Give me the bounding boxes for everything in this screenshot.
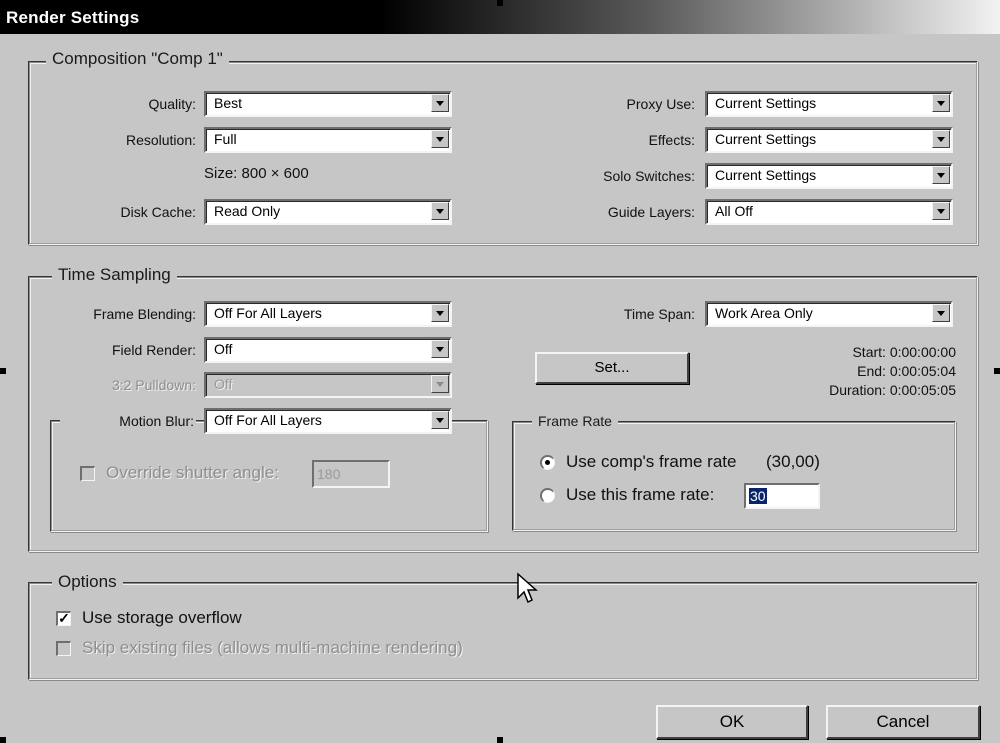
pulldown-label: 3:2 Pulldown: <box>111 377 196 393</box>
time-span-dropdown[interactable]: Work Area Only <box>705 301 953 327</box>
comp-rate-value: (30,00) <box>766 452 820 471</box>
quality-dropdown[interactable]: Best <box>204 91 452 117</box>
use-this-rate-label[interactable]: Use this frame rate: <box>566 485 714 505</box>
resize-handle-top[interactable] <box>497 0 503 6</box>
chevron-down-icon[interactable] <box>932 166 950 184</box>
frame-blending-value: Off For All Layers <box>214 305 322 321</box>
frame-rate-group <box>512 421 956 531</box>
resize-handle-bottom[interactable] <box>497 737 503 743</box>
shutter-angle-input: 180 <box>312 460 390 488</box>
frame-blending-label: Frame Blending: <box>93 306 196 322</box>
quality-value: Best <box>214 95 243 111</box>
override-shutter-checkbox <box>80 466 95 481</box>
chevron-down-icon[interactable] <box>932 94 950 112</box>
skip-existing-label: Skip existing files (allows multi-machin… <box>82 638 463 657</box>
field-render-value: Off <box>214 341 233 357</box>
motion-blur-value: Off For All Layers <box>214 412 322 428</box>
time-sampling-group-label: Time Sampling <box>52 265 177 285</box>
proxy-use-value: Current Settings <box>715 95 817 111</box>
solo-switches-value: Current Settings <box>715 167 817 183</box>
disk-cache-dropdown[interactable]: Read Only <box>204 199 452 225</box>
size-text: Size: 800 × 600 <box>204 165 309 182</box>
shutter-angle-value: 180 <box>317 466 341 482</box>
solo-switches-label: Solo Switches: <box>603 168 695 184</box>
resize-handle-left[interactable] <box>0 368 6 374</box>
use-comp-rate-radio[interactable] <box>540 455 555 470</box>
frame-blending-dropdown[interactable]: Off For All Layers <box>204 301 452 327</box>
resolution-value: Full <box>214 131 237 147</box>
proxy-use-dropdown[interactable]: Current Settings <box>705 91 953 117</box>
solo-switches-dropdown[interactable]: Current Settings <box>705 163 953 189</box>
resize-handle-right[interactable] <box>994 368 1000 374</box>
effects-label: Effects: <box>648 132 695 148</box>
resize-handle-bottom-left[interactable] <box>0 737 6 743</box>
chevron-down-icon[interactable] <box>431 94 449 112</box>
duration-time: Duration: 0:00:05:05 <box>829 382 956 398</box>
quality-label: Quality: <box>148 96 196 112</box>
window-title: Render Settings <box>6 8 140 27</box>
options-group-label: Options <box>52 572 123 592</box>
resolution-label: Resolution: <box>125 132 196 148</box>
cancel-button-label: Cancel <box>876 712 930 731</box>
disk-cache-value: Read Only <box>214 203 281 219</box>
use-this-rate-radio[interactable] <box>540 488 555 503</box>
disk-cache-label: Disk Cache: <box>120 204 196 220</box>
ok-button-label: OK <box>719 712 745 731</box>
set-button-label: Set... <box>594 359 630 376</box>
time-span-label: Time Span: <box>623 306 695 322</box>
chevron-down-icon[interactable] <box>431 202 449 220</box>
chevron-down-icon <box>431 375 449 393</box>
guide-layers-value: All Off <box>715 203 753 219</box>
field-render-dropdown[interactable]: Off <box>204 337 452 363</box>
composition-group-label: Composition "Comp 1" <box>46 49 229 69</box>
frame-rate-input[interactable]: 30 <box>744 483 820 509</box>
frame-rate-input-value: 30 <box>749 488 767 504</box>
cancel-button[interactable]: Cancel <box>826 705 980 739</box>
frame-rate-group-label: Frame Rate <box>532 413 618 429</box>
override-shutter-label: Override shutter angle: <box>106 463 279 482</box>
set-button[interactable]: Set... <box>535 352 689 384</box>
chevron-down-icon[interactable] <box>932 130 950 148</box>
motion-blur-label: Motion Blur: <box>60 413 196 429</box>
guide-layers-dropdown[interactable]: All Off <box>705 199 953 225</box>
chevron-down-icon[interactable] <box>932 304 950 322</box>
mouse-cursor-icon <box>517 572 538 604</box>
guide-layers-label: Guide Layers: <box>607 204 695 220</box>
pulldown-value: Off <box>214 376 233 392</box>
pulldown-dropdown: Off <box>204 372 452 398</box>
options-group <box>28 582 978 680</box>
start-time: Start: 0:00:00:00 <box>852 344 956 360</box>
effects-dropdown[interactable]: Current Settings <box>705 127 953 153</box>
field-render-label: Field Render: <box>111 342 196 358</box>
chevron-down-icon[interactable] <box>431 130 449 148</box>
chevron-down-icon[interactable] <box>932 202 950 220</box>
skip-existing-checkbox <box>56 641 71 656</box>
storage-overflow-checkbox[interactable]: ✓ <box>56 611 71 626</box>
resolution-dropdown[interactable]: Full <box>204 127 452 153</box>
chevron-down-icon[interactable] <box>431 411 449 429</box>
chevron-down-icon[interactable] <box>431 340 449 358</box>
storage-overflow-label[interactable]: Use storage overflow <box>82 608 242 628</box>
time-span-value: Work Area Only <box>715 305 813 321</box>
motion-blur-dropdown[interactable]: Off For All Layers <box>204 408 452 434</box>
use-comp-rate-label[interactable]: Use comp's frame rate <box>566 452 736 472</box>
ok-button[interactable]: OK <box>656 705 808 739</box>
chevron-down-icon[interactable] <box>431 304 449 322</box>
proxy-use-label: Proxy Use: <box>626 96 695 112</box>
effects-value: Current Settings <box>715 131 817 147</box>
end-time: End: 0:00:05:04 <box>857 363 956 379</box>
